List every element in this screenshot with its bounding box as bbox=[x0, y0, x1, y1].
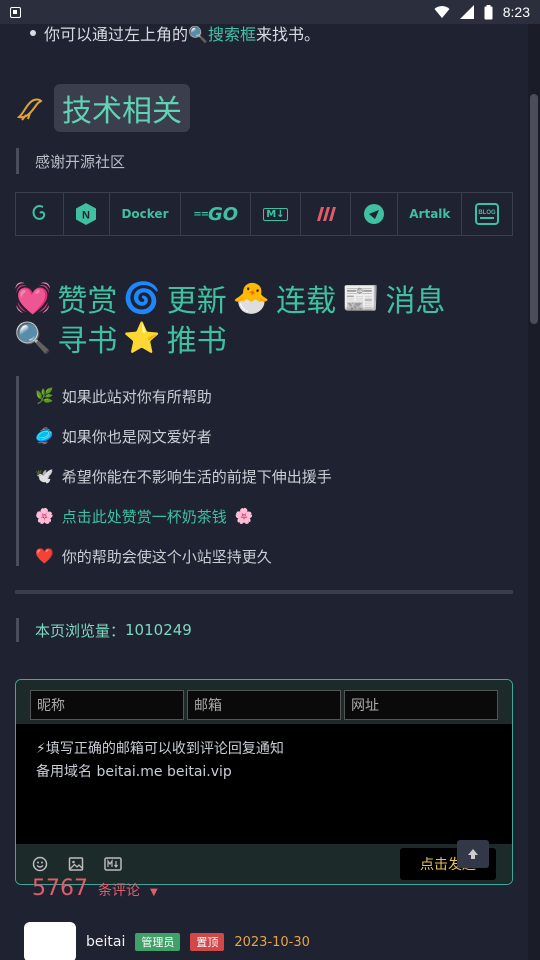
docker-logo[interactable]: Docker bbox=[110, 193, 182, 235]
blog-logo-text: BLOG bbox=[478, 210, 496, 216]
support-text: 希望你能在不影响生活的前提下伸出援手 bbox=[61, 467, 332, 486]
support-quote: 🌿 如果此站对你有所帮助 🥏 如果你也是网文爱好者 🕊️ 希望你能在不影响生活的前提下… bbox=[16, 376, 512, 566]
artalk-logo[interactable]: Artalk bbox=[398, 193, 463, 235]
email-input[interactable]: 邮箱 bbox=[187, 690, 341, 720]
comment-count-label: 条评论 bbox=[98, 883, 140, 899]
scroll-top-icon[interactable] bbox=[457, 840, 489, 868]
svg-text:N: N bbox=[82, 210, 90, 222]
emoji-icon[interactable] bbox=[32, 856, 48, 872]
cyclone-icon: 🌀 bbox=[123, 280, 161, 316]
comment-placeholder-line1: ⚡填写正确的邮箱可以收到评论回复通知 bbox=[36, 741, 284, 757]
comment-count: 5767 条评论 ▼ bbox=[32, 876, 158, 901]
battery-icon bbox=[484, 4, 493, 19]
disc-icon: 🥏 bbox=[35, 427, 54, 445]
page-views: 本页浏览量： 1010249 bbox=[16, 618, 192, 642]
page-content: 你可以通过左上角的🔍搜索框来找书。 技术相关 感谢开源社区 N Docker =… bbox=[0, 24, 528, 960]
scrollbar-thumb[interactable] bbox=[530, 94, 538, 324]
support-text: 如果此站对你有所帮助 bbox=[61, 387, 212, 406]
section-divider bbox=[15, 590, 513, 594]
updates-link[interactable]: 更新 bbox=[167, 276, 227, 320]
comment-textarea[interactable]: ⚡填写正确的邮箱可以收到评论回复通知 备用域名 beitai.me beitai… bbox=[16, 724, 512, 798]
comment-date: 2023-10-30 bbox=[234, 934, 310, 950]
comment-item: beitai 管理员 置顶 2023-10-30 bbox=[24, 922, 310, 960]
dove-icon: 🕊️ bbox=[35, 467, 54, 485]
magnifier-icon: 🔍 bbox=[14, 320, 52, 356]
tech-section-heading: 技术相关 bbox=[16, 84, 190, 132]
find-book-link[interactable]: 寻书 bbox=[57, 316, 117, 360]
nickname-input[interactable]: 昵称 bbox=[30, 690, 184, 720]
donate-link[interactable]: 🌸 点击此处赞赏一杯奶茶钱 🌸 bbox=[35, 496, 512, 536]
newspaper-icon: 📰 bbox=[342, 280, 380, 316]
support-text: 如果你也是网文爱好者 bbox=[61, 427, 212, 446]
support-item: 🌿 如果此站对你有所帮助 bbox=[35, 376, 512, 416]
support-item: 🥏 如果你也是网文爱好者 bbox=[35, 416, 512, 456]
go-logo[interactable]: == GO bbox=[181, 193, 252, 235]
heart-icon: 💓 bbox=[14, 280, 52, 316]
stripes-logo-icon[interactable] bbox=[301, 193, 351, 235]
star-icon: ⭐ bbox=[123, 320, 161, 356]
herb-icon: 🌿 bbox=[35, 387, 54, 405]
comment-count-value: 5767 bbox=[32, 876, 88, 901]
support-item: ❤️ 你的帮助会使这个小站坚持更久 bbox=[35, 536, 512, 576]
page-scrollbar[interactable] bbox=[528, 24, 540, 960]
sort-dropdown-icon[interactable]: ▼ bbox=[150, 887, 158, 898]
comment-form-header: 昵称 邮箱 网址 bbox=[16, 680, 512, 724]
serial-link[interactable]: 连载 bbox=[276, 276, 336, 320]
signal-icon bbox=[459, 5, 474, 19]
opensource-quote: 感谢开源社区 bbox=[16, 148, 125, 174]
bird-icon bbox=[16, 98, 43, 121]
support-item: 🕊️ 希望你能在不影响生活的前提下伸出援手 bbox=[35, 456, 512, 496]
status-time: 8:23 bbox=[502, 4, 530, 20]
bullet-dot bbox=[30, 30, 36, 36]
comment-placeholder-line2: 备用域名 beitai.me beitai.vip bbox=[36, 764, 232, 780]
page-views-value: 1010249 bbox=[125, 621, 192, 639]
compass-logo-icon[interactable] bbox=[351, 193, 399, 235]
a-box-icon bbox=[10, 6, 21, 18]
search-box-link[interactable]: 搜索框 bbox=[208, 25, 256, 44]
debian-logo-icon[interactable] bbox=[16, 193, 64, 235]
support-text: 你的帮助会使这个小站坚持更久 bbox=[61, 547, 272, 566]
go-logo-text: GO bbox=[208, 203, 239, 225]
pinned-badge: 置顶 bbox=[190, 933, 225, 951]
nginx-logo-icon[interactable]: N bbox=[64, 193, 110, 235]
avatar[interactable] bbox=[24, 922, 76, 960]
reward-link[interactable]: 赞赏 bbox=[57, 276, 117, 320]
donate-link-text[interactable]: 点击此处赞赏一杯奶茶钱 bbox=[62, 506, 227, 527]
intro-suffix: 来找书。 bbox=[255, 25, 320, 44]
image-icon[interactable] bbox=[68, 856, 84, 872]
blossom-icon: 🌸 bbox=[234, 507, 254, 525]
recommend-link[interactable]: 推书 bbox=[167, 316, 227, 360]
intro-bullet: 你可以通过左上角的🔍搜索框来找书。 bbox=[30, 24, 320, 44]
website-input[interactable]: 网址 bbox=[344, 690, 498, 720]
markdown-logo-text: M↓ bbox=[263, 207, 288, 221]
action-row-1: 💓 赞赏 🌀 更新 🐣 连载 📰 消息 bbox=[14, 276, 445, 320]
action-row-2: 🔍 寻书 ⭐ 推书 bbox=[14, 316, 227, 360]
markdown-logo-icon[interactable]: M↓ bbox=[251, 193, 301, 235]
opensource-quote-text: 感谢开源社区 bbox=[35, 152, 126, 171]
heart-icon: ❤️ bbox=[35, 547, 54, 565]
chick-icon: 🐣 bbox=[232, 280, 271, 316]
comment-form: 昵称 邮箱 网址 ⚡填写正确的邮箱可以收到评论回复通知 备用域名 beitai.… bbox=[15, 679, 513, 885]
tech-title: 技术相关 bbox=[54, 84, 190, 132]
blossom-icon: 🌸 bbox=[35, 507, 54, 525]
search-icon: 🔍 bbox=[188, 25, 208, 44]
tech-logo-strip: N Docker == GO M↓ Artalk BLOG bbox=[15, 192, 513, 236]
page-views-label: 本页浏览量： bbox=[35, 621, 126, 640]
blog-logo-icon[interactable]: BLOG bbox=[462, 193, 512, 235]
news-link[interactable]: 消息 bbox=[385, 276, 445, 320]
wifi-icon bbox=[434, 6, 450, 19]
comment-username[interactable]: beitai bbox=[86, 934, 125, 950]
admin-badge: 管理员 bbox=[135, 933, 181, 951]
markdown-icon[interactable] bbox=[104, 857, 122, 871]
intro-prefix: 你可以通过左上角的 bbox=[44, 25, 189, 44]
